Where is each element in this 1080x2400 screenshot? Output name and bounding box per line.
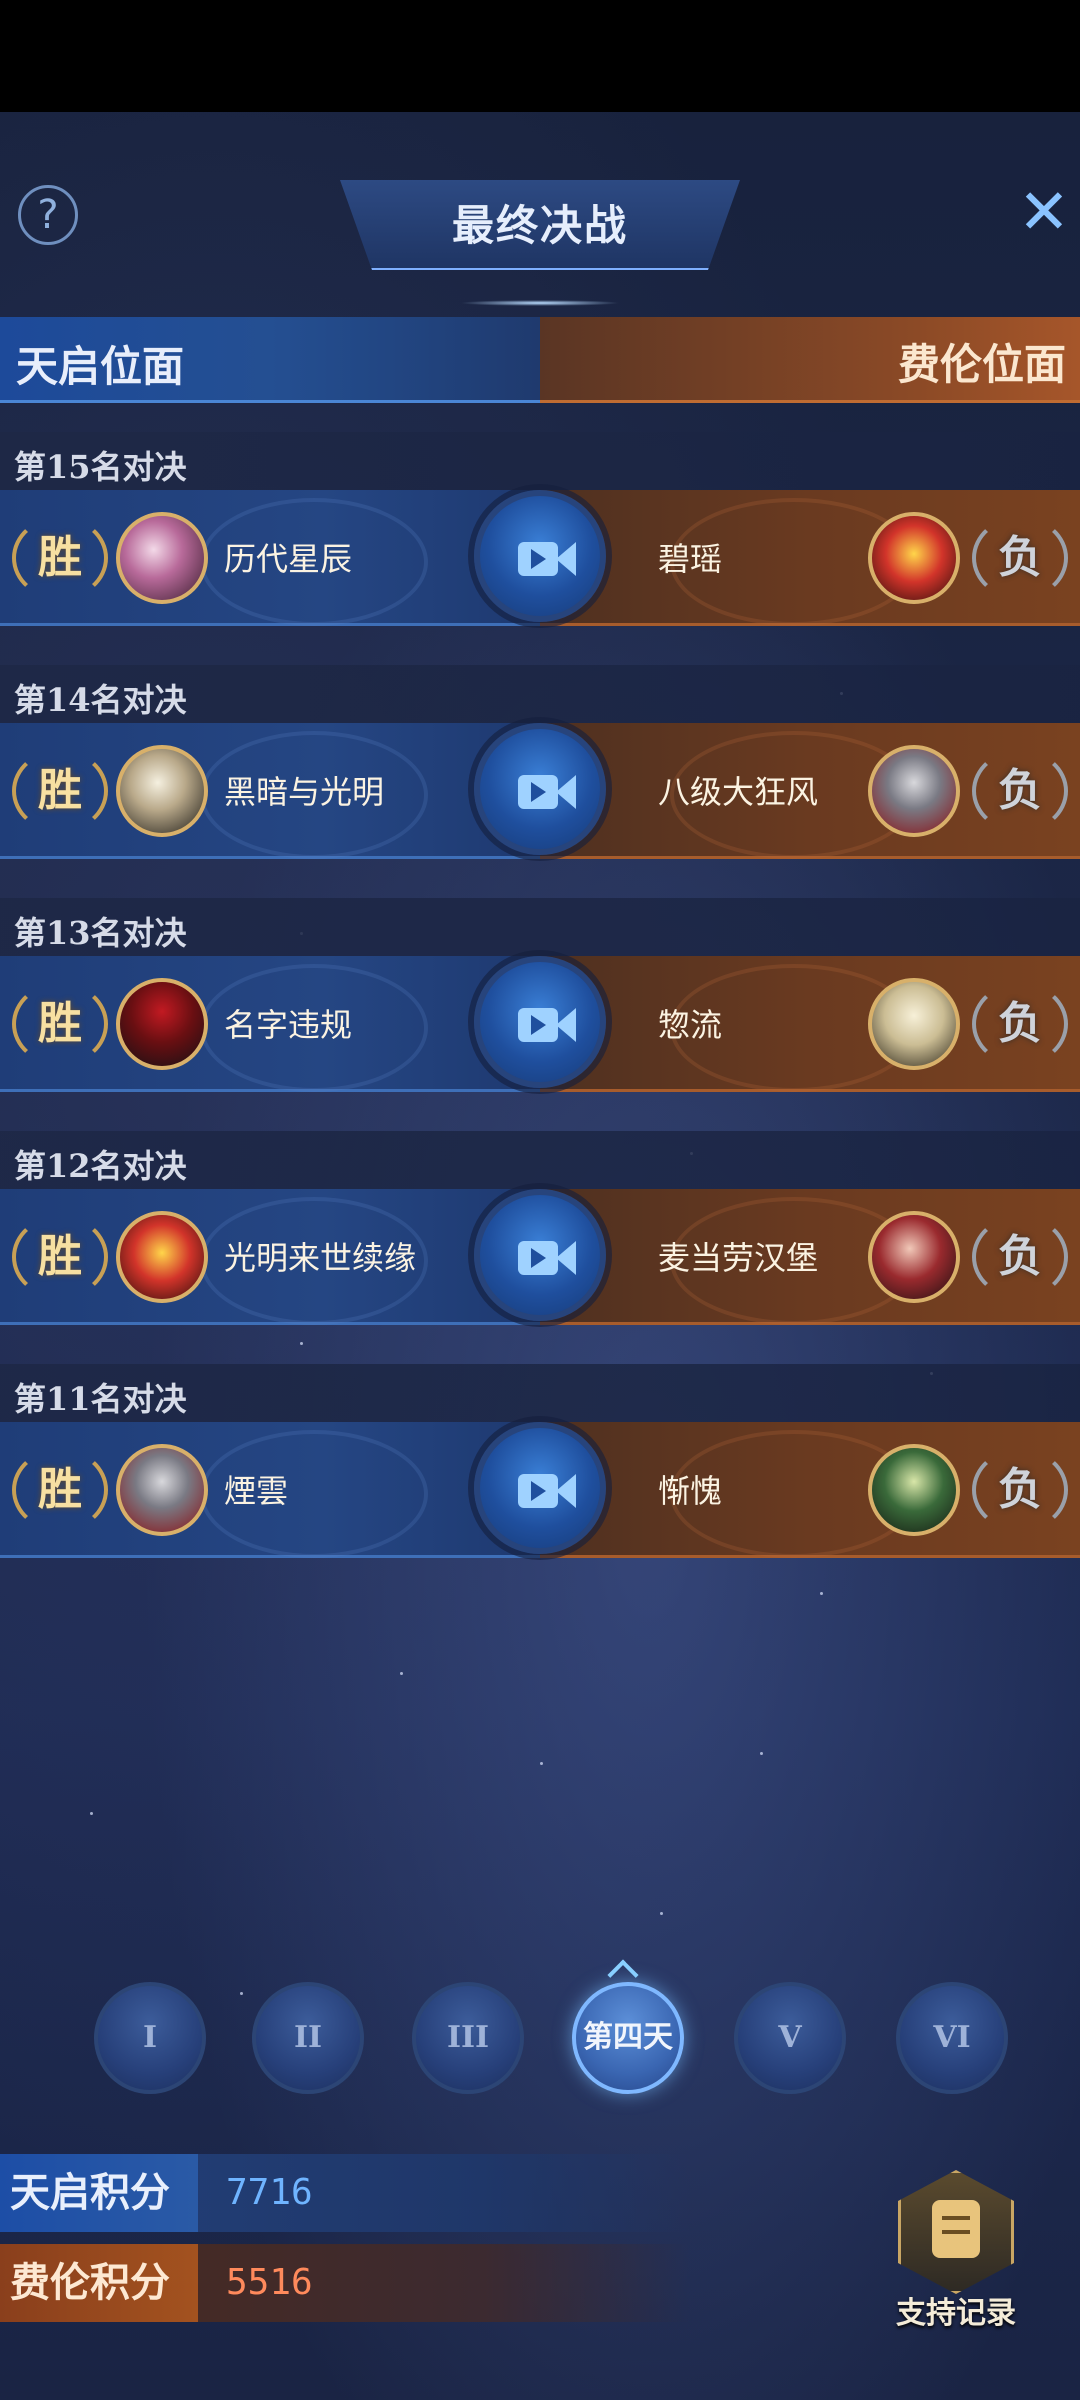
- match-label: 第13名对决: [14, 914, 187, 952]
- match-row: 胜 光明来世续缘 麦当劳汉堡 负: [0, 1189, 1080, 1325]
- replay-button[interactable]: [474, 956, 606, 1088]
- lose-badge: 负: [998, 532, 1042, 583]
- fei-score-value: 5516: [226, 2262, 313, 2303]
- day-6-button[interactable]: VI: [896, 1982, 1008, 2094]
- page-title: 最终决战: [451, 201, 628, 250]
- faction-left: 天启位面: [0, 317, 540, 403]
- lose-badge: 负: [998, 998, 1042, 1049]
- sky-score-label: 天启积分: [0, 2154, 198, 2232]
- avatar[interactable]: [116, 1211, 208, 1303]
- avatar[interactable]: [116, 745, 208, 837]
- fei-score-label: 费伦积分: [0, 2244, 198, 2322]
- faction-right-label: 费伦位面: [897, 340, 1066, 389]
- match-label: 第14名对决: [14, 681, 187, 719]
- match-card: 第14名对决 胜 黑暗与光明 八级大狂风 负: [0, 665, 1080, 875]
- question-icon: ?: [37, 192, 59, 238]
- fei-score-row: 费伦积分 5516: [0, 2244, 690, 2322]
- player-right-name: 八级大狂风: [658, 773, 819, 811]
- avatar[interactable]: [868, 745, 960, 837]
- match-label-bar: 第14名对决: [0, 665, 1080, 723]
- match-label-bar: 第13名对决: [0, 898, 1080, 956]
- match-card: 第12名对决 胜 光明来世续缘 麦当劳汉堡 负: [0, 1131, 1080, 1341]
- match-row: 胜 黑暗与光明 八级大狂风 负: [0, 723, 1080, 859]
- match-label-bar: 第12名对决: [0, 1131, 1080, 1189]
- player-left-name: 名字违规: [224, 1006, 353, 1044]
- player-right-name: 碧瑶: [658, 540, 723, 578]
- replay-button[interactable]: [474, 723, 606, 855]
- day-1-button[interactable]: I: [94, 1982, 206, 2094]
- close-button[interactable]: ✕: [1018, 181, 1070, 243]
- win-badge: 胜: [38, 1231, 82, 1282]
- title-bar: 最终决战: [0, 172, 1080, 306]
- match-label: 第11名对决: [14, 1380, 187, 1418]
- player-right-name: 麦当劳汉堡: [658, 1239, 819, 1277]
- support-record-button[interactable]: 支持记录: [888, 2170, 1024, 2331]
- match-card: 第11名对决 胜 煙雲 惭愧 负: [0, 1364, 1080, 1574]
- title-glow: [460, 300, 620, 306]
- match-card: 第15名对决 胜 历代星辰 碧瑶 负: [0, 432, 1080, 642]
- document-icon: [932, 2200, 980, 2258]
- win-badge: 胜: [38, 1464, 82, 1515]
- player-left-name: 历代星辰: [224, 540, 353, 578]
- replay-button[interactable]: [474, 1422, 606, 1554]
- match-row: 胜 历代星辰 碧瑶 负: [0, 490, 1080, 626]
- day-3-button[interactable]: III: [412, 1982, 524, 2094]
- player-left-name: 煙雲: [224, 1472, 289, 1510]
- faction-right: 费伦位面: [540, 317, 1080, 403]
- win-badge: 胜: [38, 765, 82, 816]
- match-row: 胜 名字违规 惣流 负: [0, 956, 1080, 1092]
- avatar[interactable]: [116, 1444, 208, 1536]
- match-row: 胜 煙雲 惭愧 负: [0, 1422, 1080, 1558]
- avatar[interactable]: [116, 978, 208, 1070]
- avatar[interactable]: [868, 978, 960, 1070]
- day-2-button[interactable]: II: [252, 1982, 364, 2094]
- close-icon: ✕: [1018, 175, 1070, 248]
- player-left-name: 光明来世续缘: [224, 1239, 417, 1277]
- lose-badge: 负: [998, 765, 1042, 816]
- avatar[interactable]: [116, 512, 208, 604]
- day-5-button[interactable]: V: [734, 1982, 846, 2094]
- replay-button[interactable]: [474, 490, 606, 622]
- match-label: 第12名对决: [14, 1147, 187, 1185]
- match-label-bar: 第11名对决: [0, 1364, 1080, 1422]
- player-left-name: 黑暗与光明: [224, 773, 385, 811]
- win-badge: 胜: [38, 998, 82, 1049]
- faction-left-label: 天启位面: [16, 342, 185, 391]
- support-record-label: 支持记录: [896, 2296, 1016, 2331]
- lose-badge: 负: [998, 1231, 1042, 1282]
- help-button[interactable]: ?: [18, 185, 78, 245]
- sky-score-row: 天启积分 7716: [0, 2154, 690, 2232]
- avatar[interactable]: [868, 1444, 960, 1536]
- win-badge: 胜: [38, 532, 82, 583]
- day-4-button[interactable]: 第四天: [572, 1982, 684, 2094]
- match-card: 第13名对决 胜 名字违规 惣流 负: [0, 898, 1080, 1108]
- match-label-bar: 第15名对决: [0, 432, 1080, 490]
- lose-badge: 负: [998, 1464, 1042, 1515]
- avatar[interactable]: [868, 512, 960, 604]
- avatar[interactable]: [868, 1211, 960, 1303]
- player-right-name: 惭愧: [658, 1472, 723, 1510]
- day-selector: I II III 第四天 V VI: [0, 1959, 1080, 2112]
- sky-score-value: 7716: [226, 2172, 313, 2213]
- match-label: 第15名对决: [14, 448, 187, 486]
- player-right-name: 惣流: [658, 1006, 723, 1044]
- replay-button[interactable]: [474, 1189, 606, 1321]
- faction-header: 天启位面 费伦位面: [0, 317, 1080, 403]
